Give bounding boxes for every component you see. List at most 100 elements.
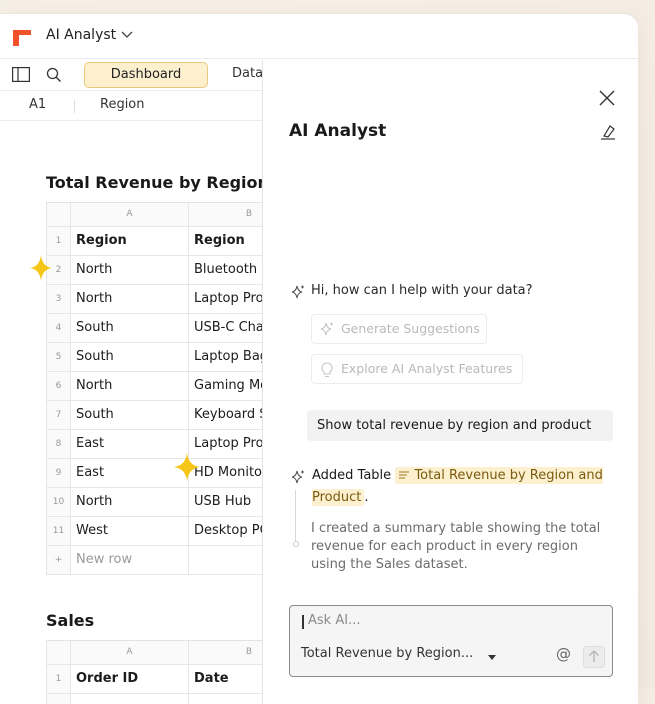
new-row-label[interactable]: New row xyxy=(71,546,189,574)
sparkle-icon xyxy=(174,453,200,481)
table-cell[interactable]: North xyxy=(71,372,189,400)
table-cell[interactable]: Region xyxy=(189,227,262,255)
column-header-b[interactable]: B xyxy=(189,203,262,226)
title-bar: AI Analyst xyxy=(0,14,638,59)
table-cell[interactable]: North xyxy=(71,256,189,284)
row-number: 1 xyxy=(47,227,71,255)
add-row-icon[interactable]: + xyxy=(47,546,71,574)
table-cell[interactable]: East xyxy=(71,430,189,458)
sparkle-icon xyxy=(320,322,333,336)
table-row[interactable]: 8 East Laptop Pro xyxy=(47,430,262,459)
sales-table: A B 1 Order ID Date xyxy=(46,640,262,704)
app-title[interactable]: AI Analyst xyxy=(46,27,116,43)
response-suffix: . xyxy=(364,490,369,505)
table-cell[interactable]: USB-C Cha xyxy=(189,314,262,342)
table-cell[interactable]: Gaming Mo xyxy=(189,372,262,400)
table-cell[interactable]: USB Hub xyxy=(189,488,262,516)
tab-data[interactable]: Data xyxy=(232,62,263,86)
table-cell[interactable]: Desktop PC xyxy=(189,517,262,545)
row-number: 5 xyxy=(47,343,71,371)
table-cell[interactable]: North xyxy=(71,285,189,313)
table-row[interactable] xyxy=(47,694,262,704)
lightbulb-icon xyxy=(321,362,333,378)
table-cell[interactable]: East xyxy=(71,459,189,487)
table-row[interactable]: 1 Region Region xyxy=(47,227,262,256)
table-cell[interactable]: Laptop Pro xyxy=(189,285,262,313)
table-cell[interactable] xyxy=(189,694,262,704)
table-cell[interactable]: Date xyxy=(189,665,262,693)
greeting-message: Hi, how can I help with your data? xyxy=(311,283,533,298)
formula-value[interactable]: Region xyxy=(100,97,145,112)
send-button[interactable] xyxy=(583,646,605,668)
table-cell[interactable]: Laptop Bag xyxy=(189,343,262,371)
chevron-down-icon[interactable] xyxy=(121,31,133,39)
table-cell[interactable]: South xyxy=(71,343,189,371)
table-row[interactable]: 1 Order ID Date xyxy=(47,665,262,694)
eraser-icon[interactable] xyxy=(600,124,616,140)
table-row[interactable]: 10 North USB Hub xyxy=(47,488,262,517)
table-row[interactable]: 11 West Desktop PC xyxy=(47,517,262,546)
sparkle-icon xyxy=(291,470,304,484)
caret-down-icon[interactable] xyxy=(488,655,496,660)
row-number: 10 xyxy=(47,488,71,516)
corner-cell xyxy=(47,641,71,664)
arrow-up-icon xyxy=(589,650,599,662)
table-title: Sales xyxy=(46,611,95,630)
new-row[interactable]: + New row xyxy=(47,546,262,575)
row-number: 9 xyxy=(47,459,71,487)
tab-dashboard[interactable]: Dashboard xyxy=(84,62,208,88)
context-selector[interactable]: Total Revenue by Region... xyxy=(301,646,473,661)
table-cell[interactable]: South xyxy=(71,314,189,342)
sidebar-toggle-icon[interactable] xyxy=(12,67,30,82)
table-cell[interactable]: Order ID xyxy=(71,665,189,693)
search-icon[interactable] xyxy=(46,67,62,83)
sheet-canvas: Total Revenue by Region a A B 1 Region Reg… xyxy=(0,121,262,704)
column-header-b[interactable]: B xyxy=(189,641,262,664)
row-number: 7 xyxy=(47,401,71,429)
mention-button[interactable]: @ xyxy=(556,645,571,663)
revenue-table: A B 1RegionRegion 2NorthBluetooth M 3Nor… xyxy=(46,202,262,575)
table-cell[interactable]: Keyboard S xyxy=(189,401,262,429)
column-header-a[interactable]: A xyxy=(71,641,189,664)
explore-features-button[interactable]: Explore AI Analyst Features xyxy=(311,354,523,384)
generate-suggestions-button[interactable]: Generate Suggestions xyxy=(311,314,487,344)
column-header-a[interactable]: A xyxy=(71,203,189,226)
ask-ai-input[interactable]: Ask AI... xyxy=(308,613,360,628)
close-icon[interactable] xyxy=(599,90,615,106)
corner-cell xyxy=(47,203,71,226)
table-cell[interactable]: North xyxy=(71,488,189,516)
ai-analyst-panel: AI Analyst Hi, how can I help with your … xyxy=(262,60,638,704)
panel-title: AI Analyst xyxy=(289,121,387,141)
column-header-row: A B xyxy=(47,641,262,665)
table-row[interactable]: 2NorthBluetooth M xyxy=(47,256,262,285)
cell-reference[interactable]: A1 xyxy=(29,97,46,112)
row-number: 1 xyxy=(47,665,71,693)
table-cell[interactable] xyxy=(189,546,262,574)
user-message: Show total revenue by region and product xyxy=(307,410,613,441)
table-cell[interactable]: Bluetooth M xyxy=(189,256,262,284)
table-cell[interactable]: South xyxy=(71,401,189,429)
text-caret xyxy=(302,615,304,629)
table-title: Total Revenue by Region a xyxy=(46,173,262,192)
table-cell[interactable]: West xyxy=(71,517,189,545)
ask-ai-composer[interactable]: Ask AI... Total Revenue by Region... @ xyxy=(289,605,613,677)
table-row[interactable]: 7 South Keyboard S xyxy=(47,401,262,430)
sparkle-icon xyxy=(30,255,52,281)
table-cell[interactable]: Region xyxy=(71,227,189,255)
row-number: 6 xyxy=(47,372,71,400)
table-cell[interactable] xyxy=(71,694,189,704)
response-prefix: Added Table xyxy=(312,468,392,483)
assistant-response: Added Table Total Revenue by Region and … xyxy=(312,465,612,509)
table-row[interactable]: 9 East HD Monitor xyxy=(47,459,262,488)
app-window: AI Analyst Dashboard Data A1 Region Tota… xyxy=(0,14,638,704)
suggestion-label: Explore AI Analyst Features xyxy=(341,361,513,376)
thread-dot xyxy=(293,541,299,547)
table-row[interactable]: 4 South USB-C Cha xyxy=(47,314,262,343)
row-number: 11 xyxy=(47,517,71,545)
table-row[interactable]: 3 North Laptop Pro xyxy=(47,285,262,314)
row-number: 8 xyxy=(47,430,71,458)
table-row[interactable]: 6 North Gaming Mo xyxy=(47,372,262,401)
row-number: 4 xyxy=(47,314,71,342)
column-header-row: A B xyxy=(47,203,262,227)
table-row[interactable]: 5 South Laptop Bag xyxy=(47,343,262,372)
